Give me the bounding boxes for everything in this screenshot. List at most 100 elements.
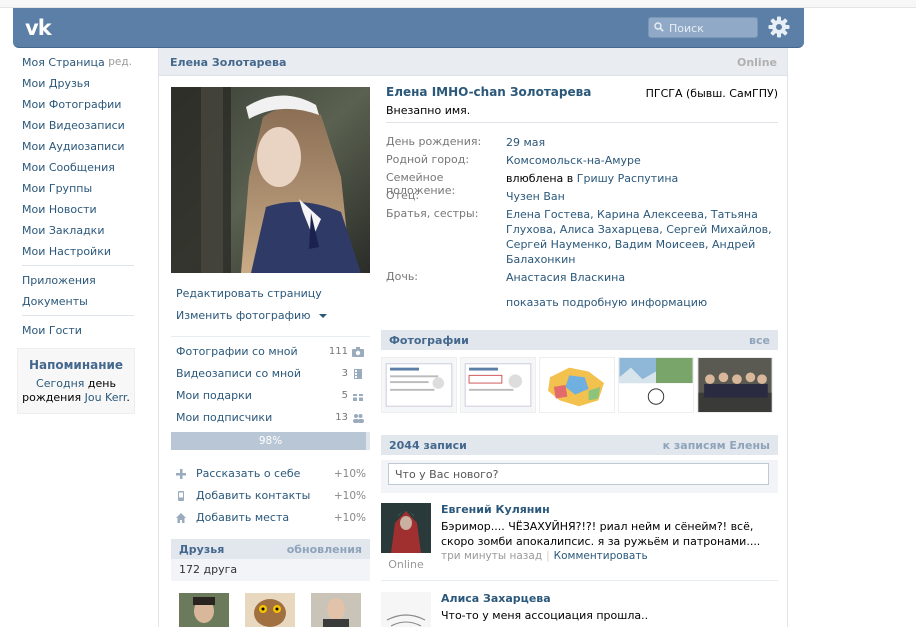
nav-my-messages[interactable]: Мои Сообщения — [22, 157, 140, 178]
profile-completion-bar: 98% — [171, 432, 370, 450]
info-birthday-value[interactable]: 29 мая — [506, 135, 778, 150]
info-relationship-prefix: влюблена в — [506, 172, 577, 185]
info-divider — [386, 122, 778, 123]
edit-page-link[interactable]: Редактировать страницу — [171, 283, 370, 305]
nav-edit-link[interactable]: ред. — [108, 52, 132, 73]
friends-header[interactable]: Друзья обновления — [171, 539, 370, 559]
counter-gifts-label[interactable]: Мои подарки — [176, 389, 252, 402]
post-author-avatar[interactable] — [381, 592, 431, 627]
photo-thumbnail[interactable] — [697, 357, 773, 413]
info-hometown: Родной город: Комсомольск-на-Амуре — [386, 153, 778, 168]
counter-subscribers[interactable]: Мои подписчики 13 — [171, 407, 370, 429]
profile-header-name: Елена Золотарева — [170, 56, 287, 69]
friends-updates-link[interactable]: обновления — [287, 543, 362, 556]
nav-apps[interactable]: Приложения — [22, 270, 140, 291]
nav-my-news[interactable]: Мои Новости — [22, 199, 140, 220]
friend-avatar[interactable] — [179, 593, 229, 627]
wall-own-posts-link[interactable]: к записям Елены — [663, 439, 770, 452]
nav-my-photos[interactable]: Мои Фотографии — [22, 94, 140, 115]
counter-photos[interactable]: Фотографии со мной 111 — [171, 341, 370, 363]
wall-post-box — [381, 460, 778, 493]
info-hometown-key: Родной город: — [386, 153, 470, 166]
nav-divider — [22, 315, 134, 316]
post-author-name[interactable]: Алиса Захарцева — [441, 592, 551, 605]
friend-avatar[interactable] — [311, 593, 361, 627]
counter-videos-label[interactable]: Видеозаписи со мной — [176, 367, 301, 380]
photos-header[interactable]: Фотографии все — [381, 330, 778, 350]
photos-title[interactable]: Фотографии — [389, 334, 469, 347]
profile-university[interactable]: ПГСГА (бывш. СамГПУ) — [646, 87, 778, 100]
post-divider — [381, 580, 778, 581]
add-places[interactable]: Добавить места +10% — [171, 507, 370, 529]
counter-subscribers-label[interactable]: Мои подписчики — [176, 411, 272, 424]
tell-about-yourself-label[interactable]: Рассказать о себе — [176, 467, 300, 480]
search-box[interactable] — [648, 17, 758, 38]
online-status: Online — [736, 56, 777, 69]
add-contacts[interactable]: Добавить контакты +10% — [171, 485, 370, 507]
profile-header: Елена Золотарева Online — [159, 48, 787, 76]
profile-status[interactable]: Внезапно имя. — [386, 104, 470, 117]
show-detailed-info-link[interactable]: показать подробную информацию — [506, 296, 707, 309]
counter-videos[interactable]: Видеозаписи со мной 3 — [171, 363, 370, 385]
counter-gifts[interactable]: Мои подарки 5 — [171, 385, 370, 407]
post-time[interactable]: три минуты назад — [441, 550, 542, 562]
vk-logo[interactable]: vk — [25, 16, 52, 40]
search-icon — [654, 22, 664, 32]
change-photo-link[interactable]: Изменить фотографию — [171, 305, 370, 327]
nav-my-audio[interactable]: Мои Аудиозаписи — [22, 136, 140, 157]
nav-my-groups[interactable]: Мои Группы — [22, 178, 140, 199]
wall-title[interactable]: 2044 записи — [389, 439, 467, 452]
add-places-label[interactable]: Добавить места — [176, 511, 289, 524]
profile-avatar[interactable] — [171, 87, 370, 273]
post-author-avatar[interactable] — [381, 503, 431, 553]
reminder-person-link[interactable]: Jou Kerr — [85, 391, 127, 404]
info-daughter: Дочь: Анастасия Власкина — [386, 270, 778, 285]
friends-title[interactable]: Друзья — [179, 543, 224, 556]
info-hometown-value[interactable]: Комсомольск-на-Амуре — [506, 153, 778, 168]
info-birthday-key: День рождения: — [386, 135, 482, 148]
wall-header[interactable]: 2044 записи к записям Елены — [381, 435, 778, 455]
info-relationship: Семейное положение: влюблена в Гришу Рас… — [386, 171, 778, 197]
search-input[interactable] — [669, 20, 755, 36]
friend-avatar[interactable] — [245, 593, 295, 627]
nav-documents[interactable]: Документы — [22, 291, 140, 312]
photo-thumbnail[interactable] — [381, 357, 457, 413]
post-author-online: Online — [388, 558, 424, 571]
tell-about-yourself[interactable]: Рассказать о себе +10% — [171, 463, 370, 485]
wall-post-input[interactable] — [388, 463, 769, 485]
photos-all-link[interactable]: все — [749, 334, 770, 347]
add-contacts-percent: +10% — [333, 490, 366, 502]
add-contacts-label[interactable]: Добавить контакты — [176, 489, 310, 502]
profile-counters: Фотографии со мной 111 Видеозаписи со мн… — [171, 336, 370, 429]
tell-about-yourself-percent: +10% — [333, 468, 366, 480]
photo-thumbnail[interactable] — [618, 357, 694, 413]
photo-thumbnail[interactable] — [539, 357, 615, 413]
change-photo-label[interactable]: Изменить фотографию — [176, 309, 310, 322]
nav-my-page-label[interactable]: Моя Страница — [22, 56, 105, 69]
nav-my-page[interactable]: Моя Страница ред. — [22, 52, 140, 73]
reminder-today-link[interactable]: Сегодня — [36, 377, 84, 390]
photo-thumbnail[interactable] — [460, 357, 536, 413]
counter-photos-label[interactable]: Фотографии со мной — [176, 345, 298, 358]
counter-subscribers-count: 13 — [335, 412, 348, 423]
profile-full-name: Елена IMHO-chan Золотарева — [386, 85, 592, 99]
info-relationship-partner[interactable]: Гришу Распутина — [577, 172, 679, 185]
gear-icon[interactable] — [767, 15, 791, 39]
info-father-key: Отец: — [386, 189, 420, 202]
left-navigation: Моя Страница ред. Мои Друзья Мои Фотогра… — [22, 52, 140, 341]
info-daughter-value[interactable]: Анастасия Власкина — [506, 270, 778, 285]
film-icon — [354, 369, 362, 379]
nav-my-settings[interactable]: Мои Настройки — [22, 241, 140, 262]
top-header: vk — [13, 8, 804, 48]
info-siblings-value[interactable]: Елена Гостева, Карина Алексеева, Татьяна… — [506, 207, 778, 267]
post-comment-link[interactable]: Комментировать — [554, 550, 648, 562]
nav-my-videos[interactable]: Мои Видеозаписи — [22, 115, 140, 136]
nav-my-guests[interactable]: Мои Гости — [22, 320, 140, 341]
nav-my-bookmarks[interactable]: Мои Закладки — [22, 220, 140, 241]
friends-count-bar: 172 друга — [171, 559, 370, 581]
browser-top-strip — [0, 0, 916, 8]
info-father-value[interactable]: Чузен Ван — [506, 189, 778, 204]
nav-my-friends[interactable]: Мои Друзья — [22, 73, 140, 94]
post-author-name[interactable]: Евгений Кулянин — [441, 503, 550, 516]
nav-divider — [22, 265, 134, 266]
